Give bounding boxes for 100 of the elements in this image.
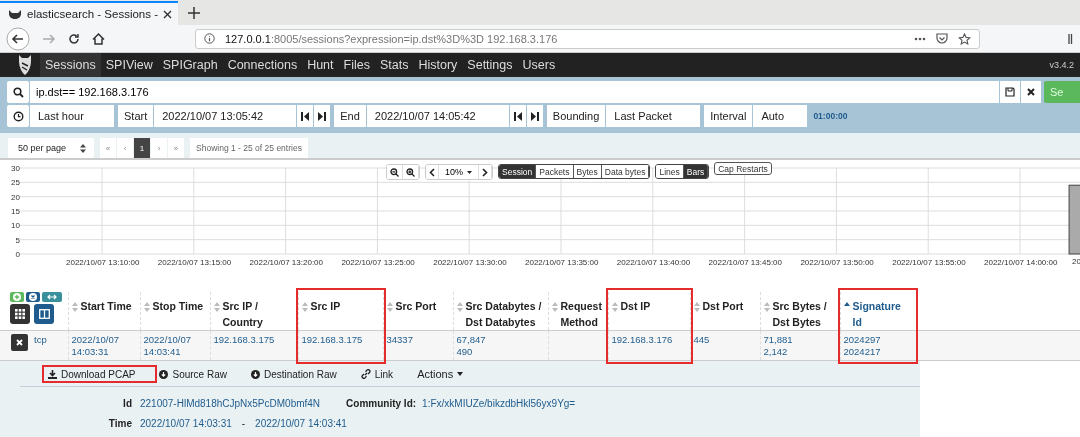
zoom-in-button[interactable] [403,165,419,179]
nav-tab[interactable]: Files [338,53,375,77]
metric-toggle[interactable]: Session [499,165,537,178]
columns-icon [38,309,50,319]
column-header[interactable]: Dst Port [690,295,760,314]
skip-end-button[interactable] [526,105,543,127]
nav-tab[interactable]: Sessions [40,53,101,77]
column-grid-button[interactable] [10,304,30,324]
search-field[interactable]: ip.dst== 192.168.3.176 [30,81,999,103]
protocol-link[interactable]: tcp [34,334,47,345]
table-cell-link[interactable]: 2024217 [843,346,914,358]
save-button[interactable] [1000,81,1020,103]
library-icon[interactable] [1068,32,1074,45]
action-link[interactable]: Destination Raw [250,366,337,382]
star-icon[interactable] [958,32,971,45]
time-link[interactable]: 2022/10/07 14:03:41 [255,417,347,429]
table-cell-link[interactable]: 490 [456,346,547,358]
next-button[interactable] [479,165,492,179]
page-button[interactable]: ‹ [117,138,134,158]
table-cell-link[interactable]: 192.168.3.175 [213,334,297,346]
nav-tab[interactable]: Users [517,53,561,77]
table-cell-link[interactable]: 2022/10/07 [143,334,209,346]
column-header[interactable]: Src Bytes / Dst Bytes [760,295,840,330]
new-tab-icon[interactable] [188,7,200,19]
nav-tab[interactable]: Hunt [302,53,339,77]
page-button[interactable]: » [168,138,185,158]
metric-toggle[interactable]: Packets [536,165,574,178]
column-header[interactable]: Dst IP [608,295,690,314]
nav-tab[interactable]: Connections [222,53,303,77]
table-cell-link[interactable]: 2022/10/07 [71,334,139,346]
skip-start-button[interactable] [509,105,526,127]
table-cell-link[interactable]: 71,881 [763,334,839,346]
caret-icon [467,170,472,174]
home-icon[interactable] [92,32,105,45]
per-page-select[interactable]: 50 per page [8,138,95,158]
x-tick-label: 2022/10/07 13:10:00 [66,258,140,267]
download-circle-icon [250,369,260,379]
action-link[interactable]: Actions [417,366,464,382]
column-header[interactable]: Stop Time [140,295,210,314]
clear-button[interactable] [1021,81,1041,103]
table-cell-link[interactable]: 14:03:31 [71,346,139,358]
page-button[interactable]: « [100,138,117,158]
action-link[interactable]: Link [360,366,394,382]
end-time-field[interactable]: 2022/10/07 14:05:42 [366,105,509,127]
table-cell-link[interactable]: 445 [693,334,759,346]
browser-tab[interactable]: elasticsearch - Sessions - [0,1,178,25]
range-select[interactable]: Last hour [30,105,114,127]
time-link[interactable]: 2022/10/07 14:03:31 [140,417,232,429]
chart-style-toggle[interactable]: Lines [656,165,684,178]
reload-icon[interactable] [68,32,80,45]
column-layout-button[interactable] [34,304,54,324]
chevron-left-icon [429,167,435,177]
table-cell-link[interactable]: 2024297 [843,334,914,346]
column-header[interactable]: Src IP [298,295,383,314]
table-cell-link[interactable]: 192.168.3.176 [611,334,689,346]
previous-button[interactable] [426,165,439,179]
close-icon[interactable] [163,9,172,19]
chart-style-toggle[interactable]: Bars [683,165,709,178]
table-cell-link[interactable]: 2,142 [763,346,839,358]
nav-tab[interactable]: Settings [462,53,518,77]
skip-start-button[interactable] [297,105,314,127]
nav-tab[interactable]: History [413,53,463,77]
x-tick-label: 2022/10/07 13:35:00 [525,258,599,267]
back-icon[interactable] [6,26,30,51]
column-header[interactable]: Src IP / Country [210,295,298,330]
session-id-link[interactable]: 221007-HlMd818hCJpNx5PcDM0bmf4N [140,397,321,409]
cap-restarts-button[interactable]: Cap Restarts [714,162,772,175]
nav-tab[interactable]: Stats [374,53,414,77]
table-cell-link[interactable]: 67,847 [456,334,547,346]
column-header[interactable]: Request Method [548,295,608,330]
action-link[interactable]: Download PCAP [48,366,136,382]
table-cell-link[interactable]: 34337 [386,334,452,346]
page-button[interactable]: › [151,138,168,158]
start-time-field[interactable]: 2022/10/07 13:05:42 [154,105,297,127]
zoom-out-button[interactable] [387,165,403,179]
table-cell-link[interactable]: 192.168.3.175 [301,334,382,346]
more-icon[interactable] [914,36,926,41]
column-header[interactable]: Signature Id [840,295,915,330]
skip-forward-icon [530,111,539,121]
x-tick-label: 2022/10/07 13:55:00 [892,258,966,267]
nav-tab[interactable]: SPIGraph [157,53,223,77]
column-header[interactable]: Src Port [383,295,453,314]
nav-tab[interactable]: SPIView [100,53,158,77]
address-bar[interactable]: 127.0.0.1:8005/sessions?expression=ip.dst%3D%3D 192.168.3.176 [195,28,980,49]
column-header[interactable]: Src Databytes / Dst Databytes [453,295,548,330]
action-link[interactable]: Source Raw [159,366,227,382]
table-cell-link[interactable]: 14:03:41 [143,346,209,358]
skip-end-button[interactable] [314,105,331,127]
close-row-button[interactable] [11,334,28,351]
interval-select[interactable]: Auto [753,105,808,127]
bounding-select[interactable]: Last Packet [606,105,701,127]
fit-columns-button[interactable] [42,292,62,302]
remove-column-button[interactable] [26,292,40,302]
info-icon [204,33,215,44]
page-button[interactable]: 1 [134,138,151,158]
column-header[interactable]: Start Time [68,295,140,314]
community-id-link[interactable]: 1:Fx/xkMIUZe/bikzdbHkl56yx9Yg= [422,397,576,409]
pocket-icon[interactable] [936,33,948,44]
grid-icon [15,309,25,319]
zoom-in-icon [406,167,415,177]
